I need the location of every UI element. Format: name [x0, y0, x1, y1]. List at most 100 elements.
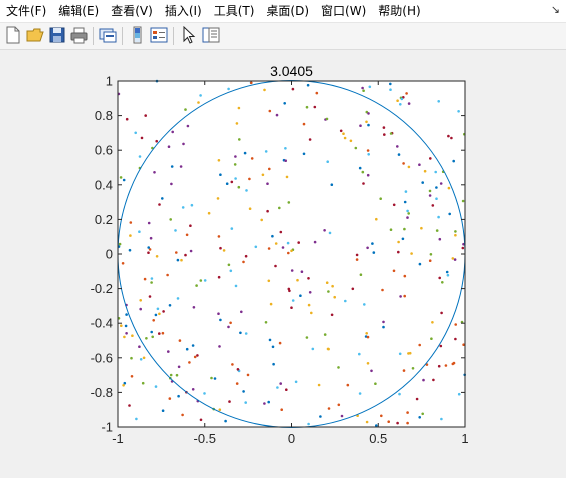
scatter-point [454, 230, 457, 233]
new-file-icon[interactable] [4, 26, 22, 44]
scatter-point [135, 417, 138, 421]
scatter-point [454, 337, 457, 341]
scatter-point [279, 230, 283, 234]
colorbar-icon[interactable] [128, 26, 146, 44]
scatter-point [402, 369, 406, 372]
scatter-point [264, 150, 268, 153]
menu-insert[interactable]: 插入(I) [159, 0, 208, 22]
scatter-point [330, 183, 334, 186]
scatter-point [266, 209, 269, 213]
pointer-icon[interactable] [180, 26, 198, 44]
x-tick-label: 1 [461, 431, 468, 446]
scatter-point [422, 378, 425, 382]
scatter-point [189, 224, 192, 227]
scatter-point [129, 234, 132, 237]
scatter-point [230, 227, 234, 230]
scatter-point [397, 153, 401, 156]
scatter-point [406, 421, 409, 425]
toolbar-separator [93, 27, 94, 45]
scatter-point [389, 88, 392, 91]
scatter-point [199, 94, 202, 97]
scatter-point [447, 186, 451, 190]
scatter-point [428, 189, 432, 193]
scatter-point [222, 249, 226, 252]
scatter-point [403, 294, 407, 298]
scatter-point [147, 221, 151, 225]
scatter-point [243, 151, 247, 155]
scatter-point [351, 287, 355, 291]
scatter-point [457, 392, 461, 396]
menu-desktop[interactable]: 桌面(D) [260, 0, 315, 22]
scatter-point [239, 331, 242, 335]
scatter-point [308, 138, 312, 141]
menu-view[interactable]: 查看(V) [105, 0, 159, 22]
scatter-point [447, 134, 450, 138]
print-icon[interactable] [70, 26, 88, 44]
scatter-point [355, 258, 359, 261]
scatter-point [237, 106, 241, 110]
scatter-point [440, 417, 443, 421]
scatter-point [435, 186, 438, 189]
scatter-point [248, 177, 251, 181]
scatter-point [219, 246, 222, 250]
scatter-point [415, 397, 419, 401]
scatter-point [317, 383, 321, 387]
scatter-point [307, 422, 310, 426]
open-folder-icon[interactable] [26, 26, 44, 44]
scatter-point [435, 197, 438, 200]
scatter-point [216, 197, 220, 200]
scatter-point [337, 366, 340, 369]
scatter-point [383, 133, 386, 136]
scatter-point [446, 273, 450, 277]
scatter-point [154, 313, 158, 317]
property-inspector-icon[interactable] [202, 26, 220, 44]
menu-edit[interactable]: 编辑(E) [52, 0, 105, 22]
scatter-point [174, 229, 177, 232]
scatter-point [263, 88, 266, 92]
scatter-point [389, 228, 393, 231]
scatter-point [291, 87, 295, 91]
dock-arrow-icon[interactable]: ↘ [551, 3, 560, 16]
scatter-point [268, 338, 272, 342]
scatter-point [141, 381, 145, 385]
scatter-point [290, 306, 293, 310]
link-plot-icon[interactable] [99, 26, 117, 44]
scatter-point [429, 253, 433, 256]
scatter-point [311, 347, 315, 351]
scatter-point [300, 270, 304, 273]
scatter-point [418, 343, 422, 347]
menu-window[interactable]: 窗口(W) [315, 0, 372, 22]
scatter-point [396, 145, 399, 148]
scatter-point [423, 169, 427, 173]
scatter-point [161, 409, 165, 413]
scatter-point [404, 190, 408, 193]
scatter-point [396, 99, 399, 102]
toolbar-separator [122, 27, 123, 45]
scatter-point [428, 259, 432, 262]
menu-file[interactable]: 文件(F) [0, 0, 52, 22]
scatter-point [461, 246, 465, 250]
scatter-point [267, 400, 271, 404]
scatter-point [325, 281, 329, 284]
scatter-point [169, 373, 173, 377]
scatter-point [280, 408, 284, 412]
scatter-point [229, 321, 232, 325]
scatter-point [366, 246, 369, 250]
scatter-point [246, 373, 250, 377]
menu-tools[interactable]: 工具(T) [208, 0, 261, 22]
scatter-point [437, 100, 441, 103]
menu-help[interactable]: 帮助(H) [372, 0, 426, 22]
legend-icon[interactable] [150, 26, 168, 44]
scatter-point [268, 109, 272, 113]
scatter-point [411, 367, 415, 370]
scatter-point [382, 320, 385, 324]
scatter-point [271, 234, 274, 238]
scatter-point [361, 170, 365, 174]
scatter-point [125, 117, 129, 121]
scatter-point [403, 274, 407, 278]
scatter-point [122, 178, 126, 182]
scatter-point [291, 299, 295, 302]
scatter-plot[interactable]: -1 -0.5 0 0.5 1 1 0.8 0.6 0.4 0.2 0 -0.2 -0.4 -0.6 -0.… [0, 50, 566, 474]
save-icon[interactable] [48, 26, 66, 44]
scatter-point [358, 166, 362, 170]
